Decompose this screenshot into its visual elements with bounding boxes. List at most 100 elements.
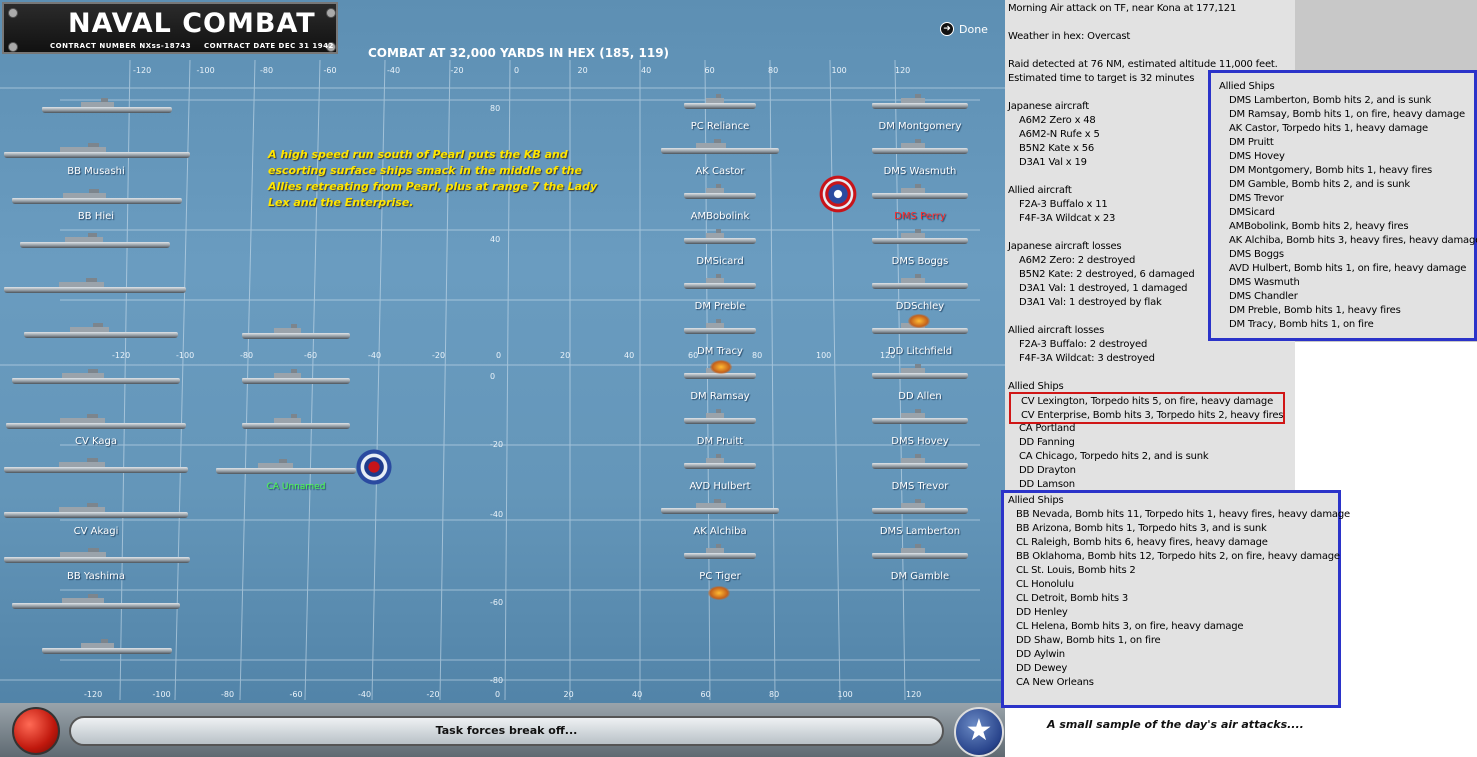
carrier-hit-line: CV Enterprise, Bomb hits 3, Torpedo hits… (1021, 410, 1284, 421)
ship-sprite[interactable] (42, 639, 172, 654)
bolt-icon (8, 8, 18, 18)
box-ship-line: AK Castor, Torpedo hits 1, heavy damage (1229, 123, 1429, 134)
ship-sprite[interactable] (684, 409, 756, 424)
ship-sprite[interactable] (20, 233, 170, 248)
ship-sprite[interactable] (4, 278, 186, 293)
box-ship-line: DMS Hovey (1229, 151, 1285, 162)
ship-sprite[interactable] (872, 454, 968, 469)
axis-tick-label: 20 (563, 690, 574, 699)
axis-tick-label: 40 (624, 351, 635, 360)
box-ship-line: CL Helena, Bomb hits 3, on fire, heavy d… (1016, 621, 1244, 632)
ship-sprite[interactable] (216, 459, 356, 474)
ship-sprite[interactable] (24, 323, 178, 338)
ship-sprite[interactable] (872, 409, 968, 424)
done-button[interactable]: ➜ Done (940, 22, 988, 36)
ship-sprite[interactable] (872, 139, 968, 154)
ship-sprite[interactable] (4, 503, 188, 518)
ship-label: DM Preble (694, 301, 746, 312)
axis-tick-label: 60 (700, 690, 711, 699)
axis-tick-label: 100 (831, 66, 847, 75)
ship-sprite[interactable] (661, 499, 779, 514)
ship-sprite[interactable] (12, 369, 180, 384)
axis-tick-label: 40 (632, 690, 643, 699)
logo-contract-number: CONTRACT NUMBER NXss-18743 (50, 42, 192, 50)
ship-sprite[interactable] (42, 98, 172, 113)
ship-sprite[interactable] (684, 229, 756, 244)
report-line: A6M2-N Rufe x 5 (1019, 129, 1100, 140)
ship-sprite[interactable] (242, 369, 350, 384)
axis-tick-label: -40 (368, 351, 382, 360)
ship-sprite[interactable] (6, 414, 186, 429)
ship-label: DMSicard (696, 256, 744, 267)
axis-tick-label: 100 (816, 351, 832, 360)
ship-label: DM Gamble (890, 571, 950, 582)
star-button[interactable]: ★ (954, 707, 1004, 757)
ship-sprite[interactable] (872, 274, 968, 289)
ship-sprite[interactable] (12, 189, 182, 204)
axis-tick-label: 120 (906, 690, 922, 699)
ship-label: PC Tiger (699, 571, 741, 582)
crosshair-target-icon[interactable] (353, 446, 395, 488)
box-ship-line: DM Tracy, Bomb hits 1, on fire (1229, 319, 1374, 330)
report-ship-line: DD Lamson (1019, 479, 1075, 490)
battle-narrative: A high speed run south of Pearl puts the… (268, 148, 598, 209)
axis-tick-label: -80 (221, 690, 235, 699)
box-ship-line: DMSicard (1229, 207, 1275, 218)
axis-tick-label: 80 (490, 104, 501, 113)
caption: A small sample of the day's air attacks.… (1047, 718, 1304, 731)
report-line: A6M2 Zero x 48 (1019, 115, 1096, 126)
report-line: D3A1 Val x 19 (1019, 157, 1087, 168)
ship-sprite[interactable] (872, 94, 968, 109)
ship-label-cv-akagi: CV Akagi (73, 526, 119, 537)
axis-tick-label: -40 (358, 690, 372, 699)
axis-tick-label: -80 (260, 66, 274, 75)
ship-sprite[interactable] (872, 319, 968, 334)
ship-sprite[interactable] (872, 364, 968, 379)
ship-sprite[interactable] (4, 458, 188, 473)
box-ship-line: AMBobolink, Bomb hits 2, heavy fires (1229, 221, 1409, 232)
box-ship-line: AVD Hulbert, Bomb hits 1, on fire, heavy… (1229, 263, 1467, 274)
ship-sprite[interactable] (684, 274, 756, 289)
report-line: F4F-3A Wildcat: 3 destroyed (1019, 353, 1155, 364)
box-ship-line: DM Ramsay, Bomb hits 1, on fire, heavy d… (1229, 109, 1465, 120)
ship-sprite[interactable] (242, 324, 350, 339)
axis-tick-label: -120 (84, 690, 103, 699)
report-line: D3A1 Val: 1 destroyed, 1 damaged (1019, 283, 1188, 294)
report-line: Raid detected at 76 NM, estimated altitu… (1008, 59, 1278, 70)
ship-sprite[interactable] (684, 544, 756, 559)
ship-sprite[interactable] (684, 454, 756, 469)
logo-title: NAVAL COMBAT (68, 8, 316, 39)
bolt-icon (8, 42, 18, 52)
axis-tick-label: -20 (426, 690, 440, 699)
ship-sprite[interactable] (242, 414, 350, 429)
ship-sprite[interactable] (684, 319, 756, 334)
ship-label-bb-musashi: BB Musashi (67, 166, 125, 177)
ship-label-cv-kaga: CV Kaga (75, 436, 117, 447)
ship-label-bb-yashima: BB Yashima (67, 571, 125, 582)
box-ship-line: DD Dewey (1016, 663, 1068, 674)
ship-sprite[interactable] (872, 229, 968, 244)
ship-sprite[interactable] (684, 94, 756, 109)
box-ship-line: BB Arizona, Bomb hits 1, Torpedo hits 3,… (1016, 523, 1267, 534)
box-ship-line: DM Pruitt (1229, 137, 1274, 148)
box-ship-line: CL Detroit, Bomb hits 3 (1016, 593, 1129, 604)
axis-tick-label: 80 (752, 351, 763, 360)
ship-sprite[interactable] (872, 184, 968, 199)
report-line: Allied aircraft (1008, 185, 1072, 196)
ship-sprite[interactable] (872, 544, 968, 559)
ship-sprite[interactable] (4, 143, 190, 158)
allied-star-target-icon[interactable] (816, 172, 860, 216)
axis-tick-label: -60 (304, 351, 318, 360)
ship-sprite[interactable] (684, 184, 756, 199)
red-action-button[interactable] (12, 707, 60, 755)
ship-sprite[interactable] (4, 548, 190, 563)
ship-label: AK Alchiba (693, 526, 747, 537)
ship-sprite[interactable] (661, 139, 779, 154)
ship-label: DDSchley (895, 301, 945, 312)
ship-label: DD Allen (898, 391, 942, 402)
axis-tick-label: 0 (514, 66, 520, 75)
ship-sprite[interactable] (872, 499, 968, 514)
ship-sprite[interactable] (12, 594, 180, 609)
ship-label: DM Tracy (697, 346, 743, 357)
report-ship-line: DD Drayton (1019, 465, 1076, 476)
